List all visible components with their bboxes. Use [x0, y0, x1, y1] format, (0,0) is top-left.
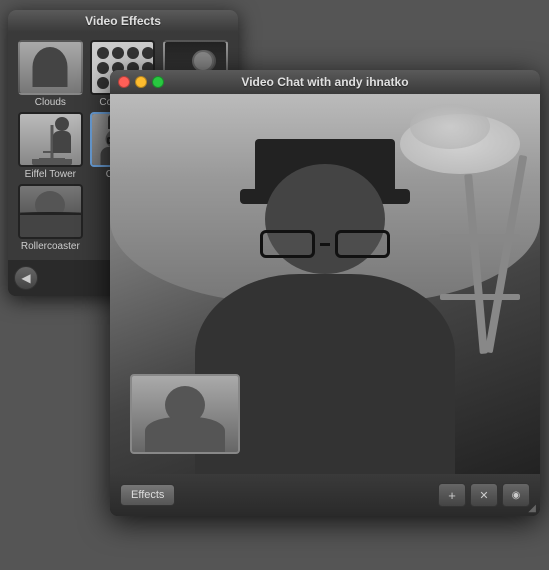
maximize-button[interactable]: [152, 76, 164, 88]
close-button[interactable]: [118, 76, 130, 88]
add-icon: +: [448, 488, 456, 503]
effects-button[interactable]: Effects: [120, 484, 175, 506]
minimize-button[interactable]: [135, 76, 147, 88]
videochat-title: Video Chat with andy ihnatko: [241, 75, 408, 89]
glass-bridge: [320, 243, 330, 246]
effects-titlebar: Video Effects: [8, 10, 238, 32]
videochat-titlebar: Video Chat with andy ihnatko: [110, 70, 540, 94]
resize-handle[interactable]: ◢: [528, 503, 536, 514]
glass-right: [335, 230, 390, 258]
videochat-window: Video Chat with andy ihnatko: [110, 70, 540, 516]
camera-button[interactable]: ◉: [502, 483, 530, 507]
self-view-thumbnail: [130, 374, 240, 454]
effect-label-rollercoaster: Rollercoaster: [21, 241, 80, 252]
effect-item-rollercoaster[interactable]: Rollercoaster: [16, 184, 85, 252]
effects-panel-title: Video Effects: [85, 14, 161, 28]
effect-thumb-rollercoaster: [18, 184, 83, 239]
add-button[interactable]: +: [438, 483, 466, 507]
glass-left: [260, 230, 315, 258]
videochat-toolbar: Effects + ✕ ◉: [110, 474, 540, 516]
nav-back-button[interactable]: ◀: [14, 266, 38, 290]
self-view-body: [145, 417, 225, 452]
mute-button[interactable]: ✕: [470, 483, 498, 507]
effect-item-clouds[interactable]: Clouds: [16, 40, 85, 108]
effect-thumb-eiffel: [18, 112, 83, 167]
effect-label-clouds: Clouds: [35, 97, 66, 108]
effect-item-eiffel[interactable]: Eiffel Tower: [16, 112, 85, 180]
self-view-inner: [132, 376, 238, 452]
effect-thumb-clouds: [18, 40, 83, 95]
toolbar-right: + ✕ ◉: [438, 483, 530, 507]
video-glasses: [260, 229, 390, 259]
effect-label-eiffel: Eiffel Tower: [25, 169, 76, 180]
camera-icon: ◉: [512, 490, 521, 501]
mute-icon: ✕: [479, 489, 488, 502]
video-main: [110, 94, 540, 474]
toolbar-left: Effects: [120, 484, 175, 506]
window-controls: [118, 76, 164, 88]
